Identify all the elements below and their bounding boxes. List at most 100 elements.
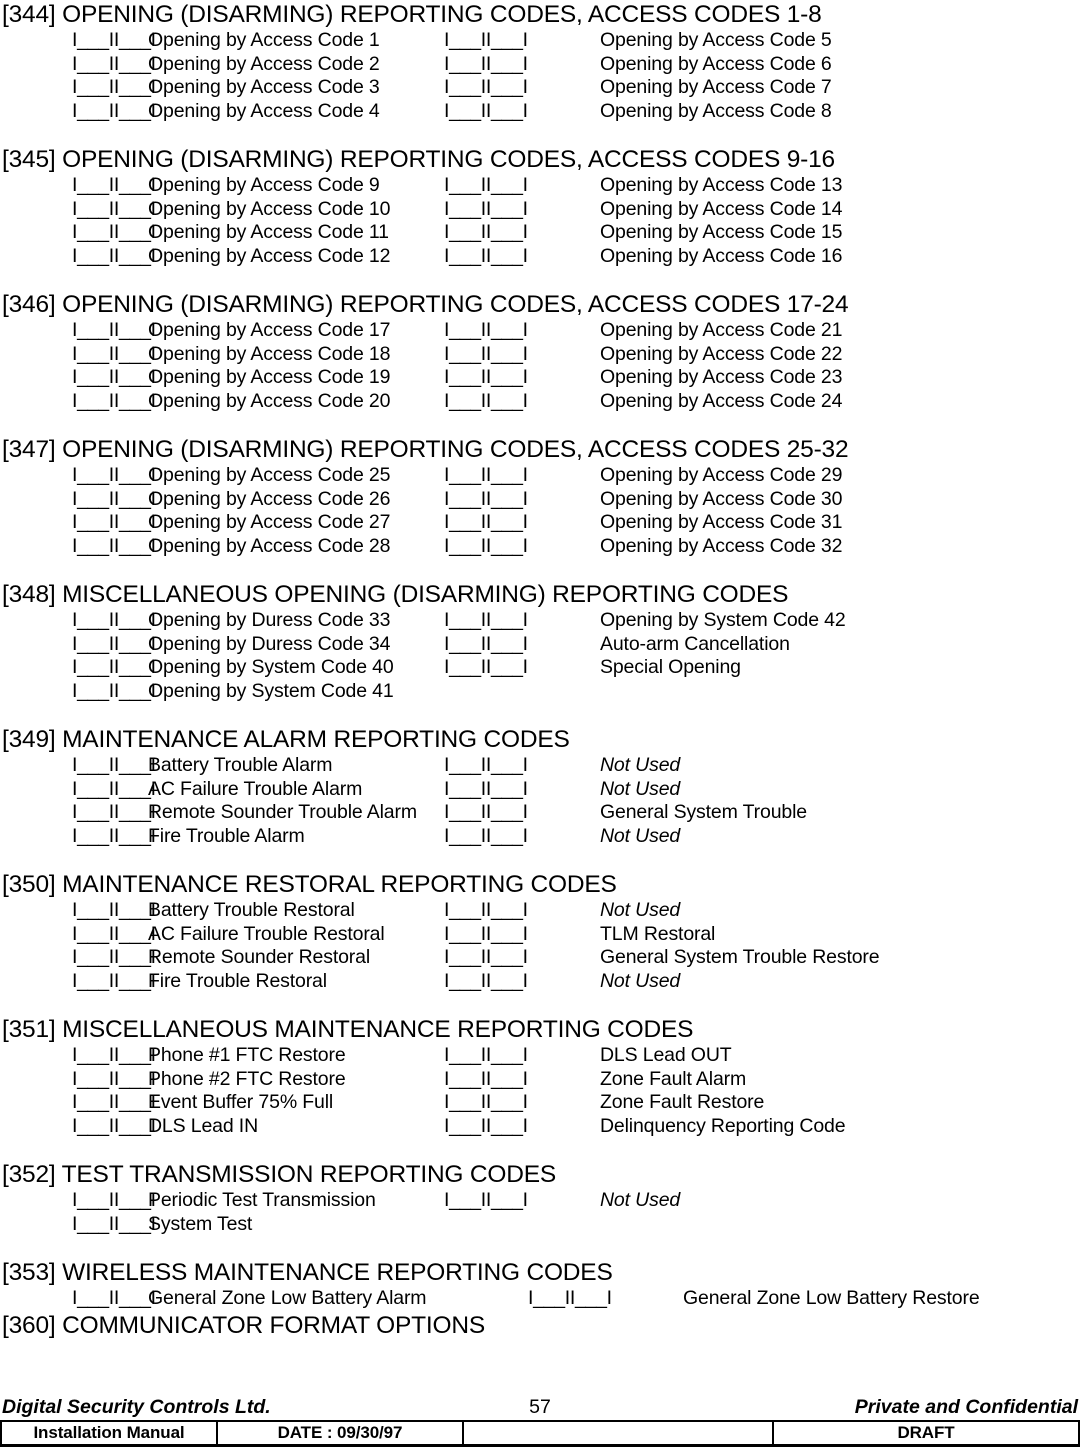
reporting-code-blank-field[interactable]: I___II___I — [0, 488, 156, 512]
reporting-code-label: Opening by Access Code 5 — [600, 29, 832, 51]
reporting-code-blank-field[interactable]: I___II___I — [444, 53, 600, 77]
reporting-code-blank-field[interactable]: I___II___I — [0, 343, 156, 367]
reporting-code-blank-field[interactable]: I___II___I — [444, 946, 600, 970]
reporting-code-blank-field[interactable]: I___II___I — [0, 656, 156, 680]
reporting-code-blank-field[interactable]: I___II___I — [0, 825, 156, 849]
reporting-code-blank-field[interactable]: I___II___I — [0, 535, 156, 559]
reporting-code-blank-field[interactable]: I___II___I — [444, 319, 600, 343]
code-entry-row: I___II___I Phone #1 FTC Restore I___II___I… — [0, 1044, 1080, 1068]
reporting-code-blank-field[interactable]: I___II___I — [0, 970, 156, 994]
reporting-code-blank-field[interactable]: I___II___I — [444, 1115, 600, 1139]
reporting-code-blank-field[interactable]: I___II___I — [0, 801, 156, 825]
reporting-code-label: Not Used — [600, 1189, 681, 1211]
reporting-code-blank-field[interactable]: I___II___I — [444, 221, 600, 245]
reporting-code-blank-field[interactable]: I___II___I — [444, 511, 600, 535]
reporting-code-blank-field[interactable]: I___II___I — [0, 1115, 156, 1139]
reporting-code-label: Opening by Access Code 12 — [148, 244, 391, 267]
reporting-code-blank-field[interactable]: I___II___I — [444, 778, 600, 802]
reporting-code-blank-field[interactable]: I___II___I — [444, 488, 600, 512]
reporting-code-blank-field[interactable]: I___II___I — [444, 198, 600, 222]
reporting-code-blank-field[interactable]: I___II___I — [0, 29, 156, 53]
reporting-code-label: Opening by Access Code 14 — [600, 197, 843, 220]
reporting-code-blank-field[interactable]: I___II___I — [0, 319, 156, 343]
reporting-code-label: TLM Restoral — [600, 922, 716, 945]
reporting-code-blank-field[interactable]: I___II___I — [0, 923, 156, 947]
reporting-code-blank-field[interactable]: I___II___I — [444, 76, 600, 100]
reporting-code-blank-field[interactable]: I___II___I — [0, 1213, 156, 1237]
reporting-code-label: DLS Lead IN — [148, 1114, 258, 1137]
reporting-code-blank-field[interactable]: I___II___I — [0, 198, 156, 222]
reporting-code-label: Opening by Access Code 23 — [600, 366, 843, 388]
reporting-code-blank-field[interactable]: I___II___I — [0, 1091, 156, 1115]
reporting-code-blank-field[interactable]: I___II___I — [444, 754, 600, 778]
reporting-code-blank-field[interactable]: I___II___I — [528, 1287, 683, 1311]
reporting-code-blank-field[interactable]: I___II___I — [444, 245, 600, 269]
reporting-code-blank-field[interactable]: I___II___I — [0, 1287, 156, 1311]
reporting-code-blank-field[interactable]: I___II___I — [444, 970, 600, 994]
code-entry-row: I___II___I Opening by Access Code 9 I___II… — [0, 174, 1080, 198]
reporting-code-blank-field[interactable]: I___II___I — [444, 1091, 600, 1115]
section-heading: [346] OPENING (DISARMING) REPORTING CODE… — [2, 291, 849, 318]
reporting-code-label: Fire Trouble Restoral — [148, 969, 327, 992]
section-heading: [350] MAINTENANCE RESTORAL REPORTING COD… — [2, 871, 617, 898]
reporting-code-blank-field[interactable]: I___II___I — [444, 1068, 600, 1092]
reporting-code-blank-field[interactable]: I___II___I — [0, 76, 156, 100]
reporting-code-blank-field[interactable]: I___II___I — [0, 609, 156, 633]
reporting-code-blank-field[interactable]: I___II___I — [444, 535, 600, 559]
reporting-code-blank-field[interactable]: I___II___I — [0, 464, 156, 488]
reporting-code-label: Opening by Access Code 1 — [148, 29, 380, 51]
section-rows: I___II___I Opening by Access Code 17 I___I… — [0, 319, 1080, 413]
reporting-code-blank-field[interactable]: I___II___I — [444, 923, 600, 947]
reporting-code-label: Opening by Access Code 24 — [600, 389, 843, 412]
reporting-code-label: Phone #1 FTC Restore — [148, 1044, 346, 1066]
code-entry-row: I___II___I AC Failure Trouble Restoral I__… — [0, 923, 1080, 947]
section-rows: I___II___I Opening by Access Code 9 I___II… — [0, 174, 1080, 268]
reporting-code-blank-field[interactable]: I___II___I — [0, 778, 156, 802]
reporting-code-blank-field[interactable]: I___II___I — [444, 1044, 600, 1068]
reporting-code-label: Opening by System Code 42 — [600, 609, 846, 631]
reporting-code-blank-field[interactable]: I___II___I — [0, 100, 156, 124]
reporting-code-blank-field[interactable]: I___II___I — [0, 899, 156, 923]
reporting-code-blank-field[interactable]: I___II___I — [0, 680, 156, 704]
reporting-code-blank-field[interactable]: I___II___I — [444, 464, 600, 488]
section: [344] OPENING (DISARMING) REPORTING CODE… — [0, 0, 1080, 123]
reporting-code-blank-field[interactable]: I___II___I — [0, 53, 156, 77]
reporting-code-blank-field[interactable]: I___II___I — [0, 366, 156, 390]
reporting-code-blank-field[interactable]: I___II___I — [444, 100, 600, 124]
reporting-code-blank-field[interactable]: I___II___I — [0, 390, 156, 414]
reporting-code-blank-field[interactable]: I___II___I — [444, 174, 600, 198]
reporting-code-blank-field[interactable]: I___II___I — [0, 946, 156, 970]
reporting-code-blank-field[interactable]: I___II___I — [0, 1189, 156, 1213]
reporting-code-blank-field[interactable]: I___II___I — [444, 801, 600, 825]
reporting-code-blank-field[interactable]: I___II___I — [444, 29, 600, 53]
reporting-code-blank-field[interactable]: I___II___I — [444, 899, 600, 923]
reporting-code-blank-field[interactable]: I___II___I — [0, 633, 156, 657]
reporting-code-blank-field[interactable]: I___II___I — [444, 656, 600, 680]
reporting-code-blank-field[interactable]: I___II___I — [444, 633, 600, 657]
reporting-code-blank-field[interactable]: I___II___I — [0, 511, 156, 535]
section-heading: [360] COMMUNICATOR FORMAT OPTIONS — [2, 1311, 485, 1339]
reporting-code-blank-field[interactable]: I___II___I — [444, 609, 600, 633]
reporting-code-blank-field[interactable]: I___II___I — [0, 221, 156, 245]
section-rows: I___II___I Phone #1 FTC Restore I___II___I… — [0, 1044, 1080, 1138]
reporting-code-blank-field[interactable]: I___II___I — [444, 343, 600, 367]
code-entry-row: I___II___I Battery Trouble Restoral I___II… — [0, 899, 1080, 923]
code-entry-row: I___II___I Opening by Access Code 1 I___II… — [0, 29, 1080, 53]
code-entry-row: I___II___I Fire Trouble Alarm I___II___I No… — [0, 825, 1080, 849]
reporting-code-blank-field[interactable]: I___II___I — [0, 174, 156, 198]
footer-confidentiality: Private and Confidential — [854, 1396, 1078, 1418]
reporting-code-blank-field[interactable]: I___II___I — [0, 1044, 156, 1068]
reporting-code-blank-field[interactable]: I___II___I — [0, 245, 156, 269]
reporting-code-blank-field[interactable]: I___II___I — [444, 825, 600, 849]
reporting-code-blank-field[interactable]: I___II___I — [0, 1068, 156, 1092]
reporting-code-blank-field[interactable]: I___II___I — [444, 390, 600, 414]
code-entry-row: I___II___I Opening by Access Code 4 I___II… — [0, 100, 1080, 124]
reporting-code-blank-field[interactable]: I___II___I — [444, 366, 600, 390]
code-entry-row: I___II___I Opening by Access Code 17 I___I… — [0, 319, 1080, 343]
code-entry-row: I___II___I Opening by System Code 40 I___I… — [0, 656, 1080, 680]
reporting-code-blank-field[interactable]: I___II___I — [0, 754, 156, 778]
reporting-code-blank-field[interactable]: I___II___I — [444, 1189, 600, 1213]
reporting-code-label: Opening by Access Code 3 — [148, 76, 380, 98]
